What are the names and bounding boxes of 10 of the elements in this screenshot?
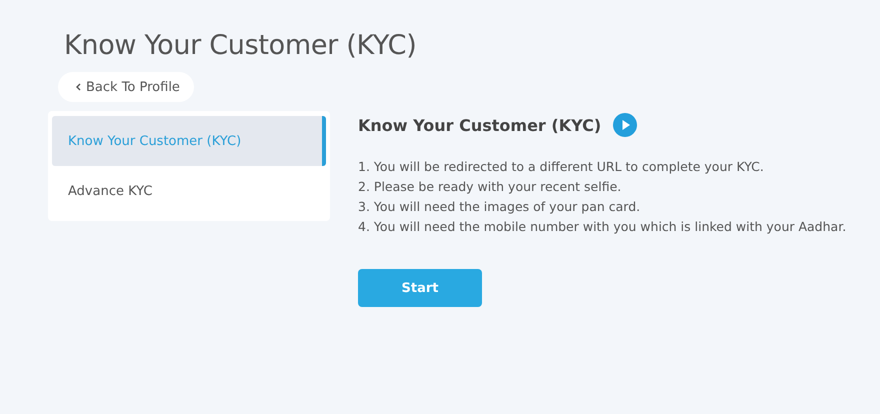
page-title: Know Your Customer (KYC)	[64, 29, 418, 63]
instruction-text: 2. Please be ready with your recent selfie.	[358, 178, 622, 196]
section-heading: Know Your Customer (KYC)	[358, 116, 602, 134]
instruction-text: 3. You will need the images of your pan card.	[358, 198, 642, 216]
play-icon[interactable]	[613, 113, 638, 137]
sidebar-item[interactable]: Advance KYC	[52, 166, 326, 216]
back-button[interactable]: Back To Profile	[58, 72, 194, 102]
instruction-text: 1. You will be redirected to a different URL to complete your KYC.	[358, 158, 765, 176]
instruction-text: 4. You will need the mobile number with you which is linked with your Aadhar.	[358, 218, 846, 236]
chevron-left-icon	[76, 83, 81, 91]
